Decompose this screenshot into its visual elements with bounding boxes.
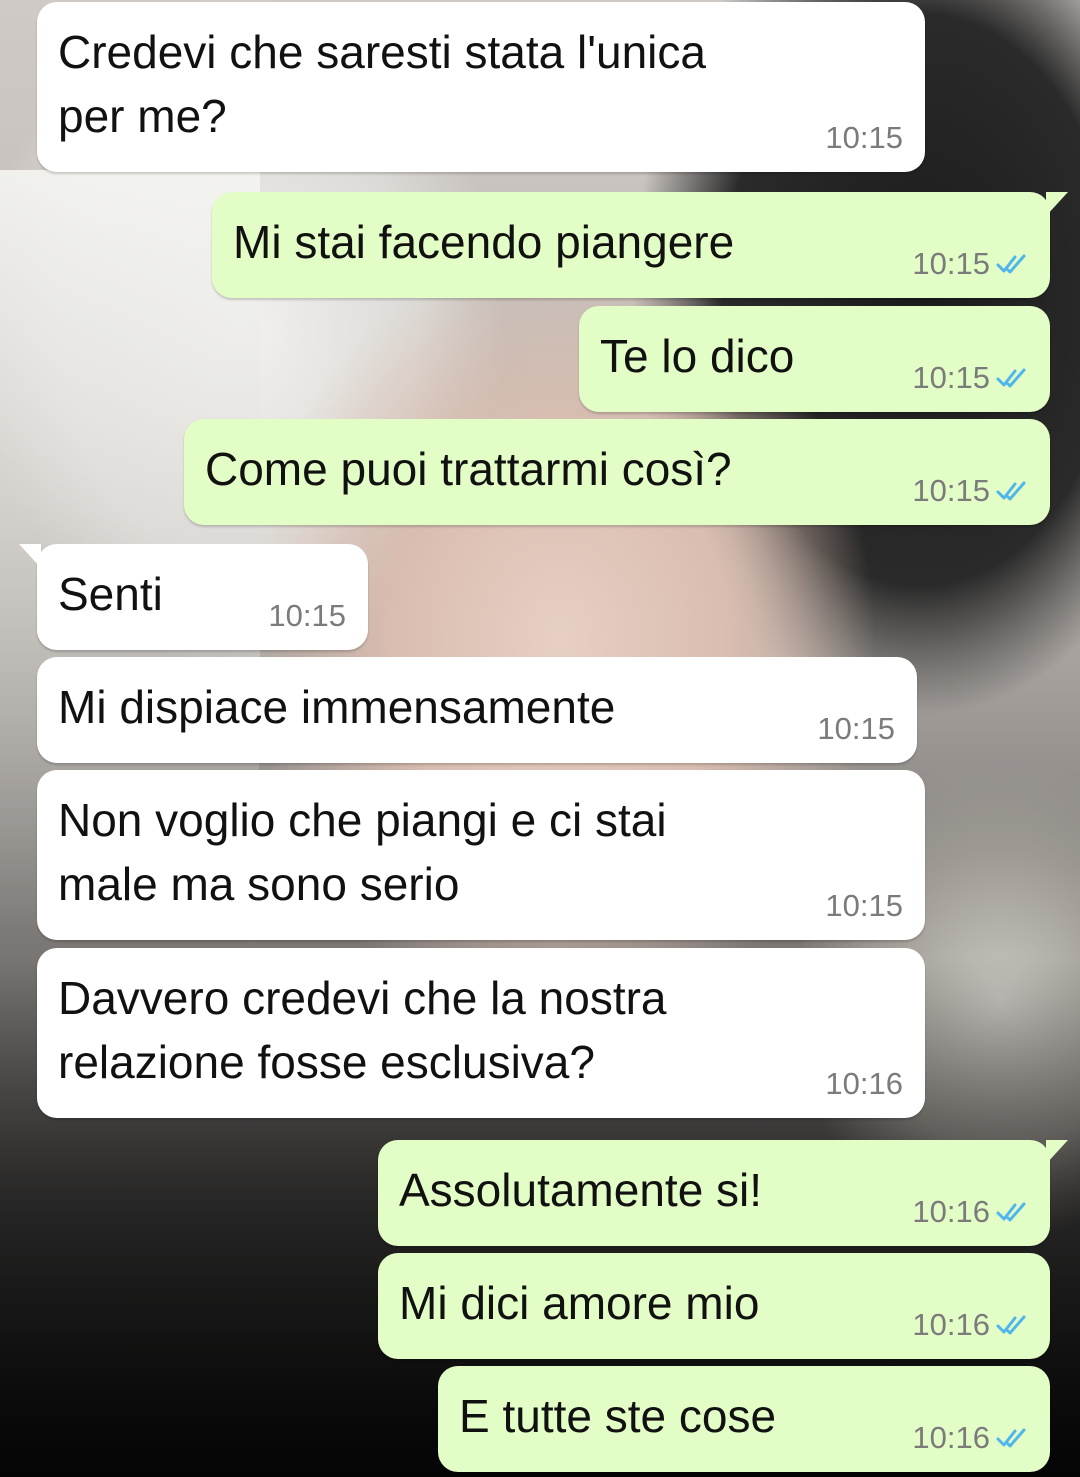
message-time: 10:15: [825, 120, 903, 155]
message-meta: 10:15: [912, 360, 1028, 396]
double-check-icon: [996, 1428, 1026, 1448]
message-bubble-outgoing[interactable]: E tutte ste cose 10:16: [438, 1366, 1050, 1472]
message-time: 10:15: [268, 598, 346, 633]
message-meta: 10:15: [825, 888, 903, 924]
message-bubble-incoming[interactable]: Mi dispiace immensamente 10:15: [37, 657, 917, 763]
message-time: 10:15: [912, 360, 990, 395]
message-meta: 10:15: [912, 246, 1028, 282]
bubble-tail: [1046, 1140, 1068, 1164]
message-bubble-outgoing[interactable]: Mi stai facendo piangere 10:15: [212, 192, 1068, 298]
message-bubble-incoming[interactable]: Credevi che saresti stata l'unica per me…: [37, 2, 925, 172]
message-bubble-incoming[interactable]: Senti 10:15: [19, 544, 368, 650]
message-meta: 10:15: [268, 598, 346, 634]
message-meta: 10:15: [825, 120, 903, 156]
message-text: Come puoi trattarmi così?: [205, 443, 732, 495]
double-check-icon: [996, 254, 1026, 274]
message-text: Mi stai facendo piangere: [233, 216, 735, 268]
message-time: 10:16: [912, 1420, 990, 1455]
bubble-tail: [19, 544, 41, 568]
message-time: 10:15: [912, 473, 990, 508]
message-meta: 10:16: [912, 1194, 1028, 1230]
message-time: 10:15: [825, 888, 903, 923]
message-bubble-incoming[interactable]: Davvero credevi che la nostra relazione …: [37, 948, 925, 1118]
message-bubble-outgoing[interactable]: Te lo dico 10:15: [579, 306, 1050, 412]
message-meta: 10:16: [912, 1420, 1028, 1456]
message-text: Mi dispiace immensamente: [58, 681, 616, 733]
message-time: 10:15: [912, 246, 990, 281]
bubble-tail: [1046, 192, 1068, 216]
double-check-icon: [996, 1202, 1026, 1222]
message-bubble-outgoing[interactable]: Come puoi trattarmi così? 10:15: [184, 419, 1050, 525]
message-text: Credevi che saresti stata l'unica per me…: [58, 26, 706, 142]
double-check-icon: [996, 1315, 1026, 1335]
double-check-icon: [996, 481, 1026, 501]
message-meta: 10:16: [912, 1307, 1028, 1343]
message-text: Davvero credevi che la nostra relazione …: [58, 972, 667, 1088]
double-check-icon: [996, 368, 1026, 388]
message-time: 10:15: [817, 711, 895, 746]
message-meta: 10:15: [912, 473, 1028, 509]
message-meta: 10:16: [825, 1066, 903, 1102]
message-meta: 10:15: [817, 711, 895, 747]
message-bubble-outgoing[interactable]: Mi dici amore mio 10:16: [378, 1253, 1050, 1359]
message-bubble-incoming[interactable]: Non voglio che piangi e ci stai male ma …: [37, 770, 925, 940]
message-text: Non voglio che piangi e ci stai male ma …: [58, 794, 667, 910]
message-time: 10:16: [912, 1307, 990, 1342]
message-time: 10:16: [825, 1066, 903, 1101]
message-time: 10:16: [912, 1194, 990, 1229]
message-bubble-outgoing[interactable]: Assolutamente si! 10:16: [378, 1140, 1068, 1246]
